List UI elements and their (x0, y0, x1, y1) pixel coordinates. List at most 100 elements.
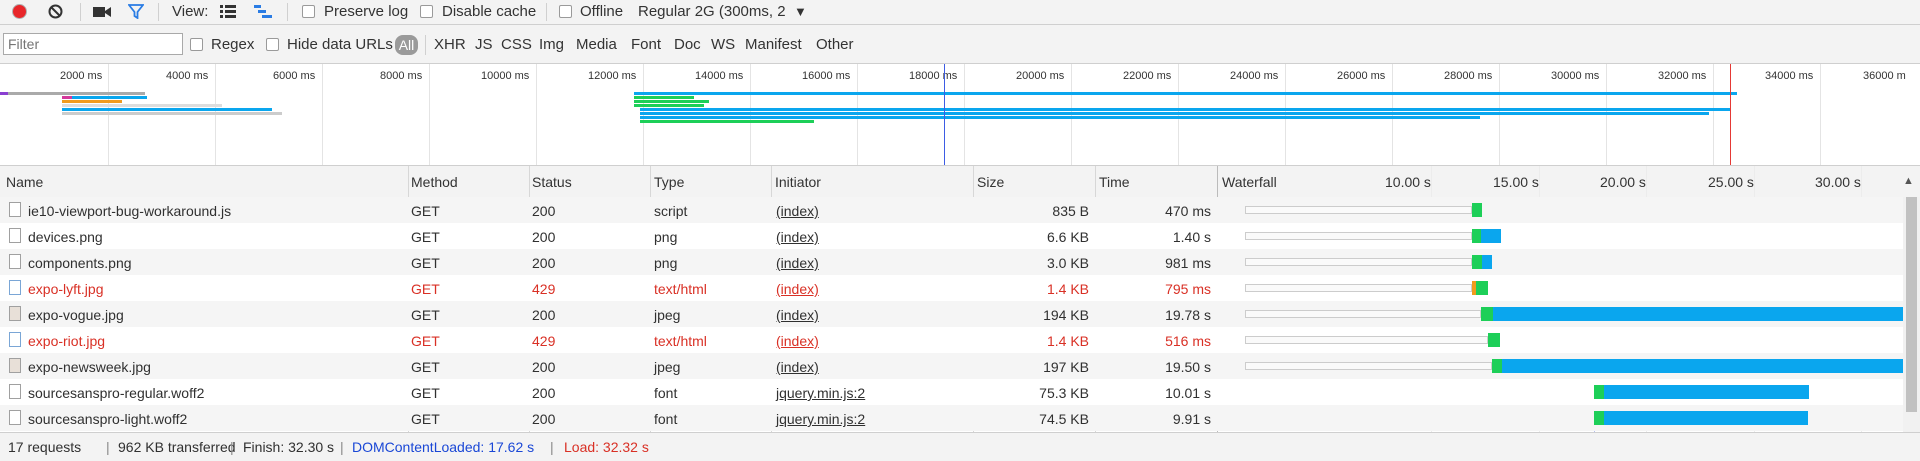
request-initiator[interactable]: jquery.min.js:2 (776, 411, 865, 427)
waterfall-tick: 15.00 s (1493, 174, 1539, 190)
request-status: 200 (532, 411, 556, 427)
clear-button[interactable] (48, 4, 63, 19)
disable-cache-checkbox[interactable] (420, 5, 433, 18)
request-time: 10.01 s (1165, 385, 1211, 401)
table-row[interactable]: expo-newsweek.jpg GET 200 jpeg (index) 1… (0, 353, 1920, 379)
request-name: expo-vogue.jpg (28, 307, 124, 323)
filter-type-manifest[interactable]: Manifest (745, 36, 802, 53)
filter-type-other[interactable]: Other (816, 36, 854, 53)
request-initiator[interactable]: (index) (776, 307, 819, 323)
request-name: ie10-viewport-bug-workaround.js (28, 203, 232, 219)
screenshot-capture-button[interactable] (93, 5, 111, 22)
filter-type-img[interactable]: Img (539, 36, 564, 53)
waterfall-timing-bar (1492, 359, 1502, 373)
waterfall-tick: 25.00 s (1708, 174, 1754, 190)
column-header-type[interactable]: Type (654, 174, 684, 190)
chevron-down-icon[interactable]: ▼ (794, 4, 807, 19)
overview-tick: 6000 ms (273, 70, 316, 82)
waterfall-queue-bar (1245, 362, 1492, 370)
request-time: 516 ms (1165, 333, 1211, 349)
request-initiator[interactable]: (index) (776, 333, 819, 349)
filter-type-xhr[interactable]: XHR (434, 36, 466, 53)
large-rows-button[interactable] (220, 5, 236, 22)
request-type: font (654, 411, 678, 427)
throttling-select[interactable]: Regular 2G (300ms, 25 (638, 3, 786, 20)
request-type: script (654, 203, 688, 219)
table-row[interactable]: expo-riot.jpg GET 429 text/html (index) … (0, 327, 1920, 353)
waterfall-queue-bar (1245, 232, 1472, 240)
table-header: Name Method Status Type Initiator Size T… (0, 166, 1920, 198)
filter-type-all[interactable]: All (395, 35, 418, 55)
table-row[interactable]: expo-vogue.jpg GET 200 jpeg (index) 194 … (0, 301, 1920, 327)
table-row[interactable]: sourcesanspro-regular.woff2 GET 200 font… (0, 379, 1920, 405)
column-header-waterfall[interactable]: Waterfall (1222, 174, 1277, 190)
record-button[interactable] (12, 4, 27, 19)
clear-icon (48, 4, 63, 19)
request-count: 17 requests (8, 439, 82, 455)
overview-bar (62, 112, 282, 115)
sort-ascending-icon[interactable]: ▲ (1903, 175, 1914, 187)
preserve-log-checkbox[interactable] (302, 5, 315, 18)
request-initiator[interactable]: (index) (776, 359, 819, 375)
table-row[interactable]: devices.png GET 200 png (index) 6.6 KB 1… (0, 223, 1920, 249)
hide-data-urls-label[interactable]: Hide data URLs (287, 36, 393, 53)
column-header-method[interactable]: Method (411, 174, 458, 190)
filter-type-doc[interactable]: Doc (674, 36, 701, 53)
request-method: GET (411, 411, 440, 427)
waterfall-timing-bar (1482, 255, 1492, 269)
request-size: 1.4 KB (1046, 333, 1089, 349)
waterfall-timing-bar (1481, 307, 1493, 321)
request-time: 981 ms (1165, 255, 1211, 271)
filter-type-js[interactable]: JS (475, 36, 493, 53)
request-type: png (654, 255, 678, 271)
view-label: View: (172, 3, 209, 20)
request-initiator[interactable]: (index) (776, 203, 819, 219)
waterfall-queue-bar (1245, 284, 1472, 292)
request-initiator[interactable]: jquery.min.js:2 (776, 385, 865, 401)
column-header-time[interactable]: Time (1099, 174, 1130, 190)
script-file-icon (9, 202, 21, 217)
overview-bar (634, 92, 1737, 95)
table-row[interactable]: ie10-viewport-bug-workaround.js GET 200 … (0, 197, 1920, 223)
overview-tick: 8000 ms (380, 70, 423, 82)
table-row[interactable]: sourcesanspro-light.woff2 GET 200 font j… (0, 405, 1920, 431)
timeline-overview[interactable]: 2000 ms 4000 ms 6000 ms 8000 ms 10000 ms… (0, 64, 1920, 166)
toolbar-divider (80, 3, 81, 21)
table-row[interactable]: components.png GET 200 png (index) 3.0 K… (0, 249, 1920, 275)
column-header-initiator[interactable]: Initiator (775, 174, 821, 190)
waterfall-tick: 20.00 s (1600, 174, 1646, 190)
column-header-name[interactable]: Name (6, 174, 43, 190)
request-time: 9.91 s (1172, 411, 1211, 427)
hide-data-urls-checkbox[interactable] (266, 38, 279, 51)
request-initiator[interactable]: (index) (776, 255, 819, 271)
filter-toggle-button[interactable] (127, 4, 145, 23)
overview-bar (634, 100, 709, 103)
offline-label[interactable]: Offline (580, 3, 623, 20)
overview-tick: 36000 m (1863, 70, 1906, 82)
broken-image-icon (9, 280, 21, 295)
filter-input[interactable] (3, 33, 183, 55)
filter-type-font[interactable]: Font (631, 36, 661, 53)
scrollbar-thumb[interactable] (1906, 197, 1917, 412)
disable-cache-label[interactable]: Disable cache (442, 3, 536, 20)
overview-tick: 20000 ms (1016, 70, 1065, 82)
waterfall-timing-bar (1472, 229, 1481, 243)
filter-type-media[interactable]: Media (576, 36, 617, 53)
preserve-log-label[interactable]: Preserve log (324, 3, 408, 20)
overview-toggle-button[interactable] (254, 5, 272, 22)
filter-type-css[interactable]: CSS (501, 36, 532, 53)
filter-type-ws[interactable]: WS (711, 36, 735, 53)
offline-checkbox[interactable] (559, 5, 572, 18)
waterfall-queue-bar (1245, 206, 1472, 214)
table-row[interactable]: expo-lyft.jpg GET 429 text/html (index) … (0, 275, 1920, 301)
request-initiator[interactable]: (index) (776, 229, 819, 245)
regex-checkbox[interactable] (190, 38, 203, 51)
column-header-status[interactable]: Status (532, 174, 572, 190)
request-status: 200 (532, 203, 556, 219)
regex-label[interactable]: Regex (211, 36, 254, 53)
column-header-size[interactable]: Size (977, 174, 1004, 190)
request-initiator[interactable]: (index) (776, 281, 819, 297)
request-size: 74.5 KB (1039, 411, 1089, 427)
vertical-scrollbar[interactable] (1903, 197, 1920, 432)
overview-bar (62, 108, 272, 111)
